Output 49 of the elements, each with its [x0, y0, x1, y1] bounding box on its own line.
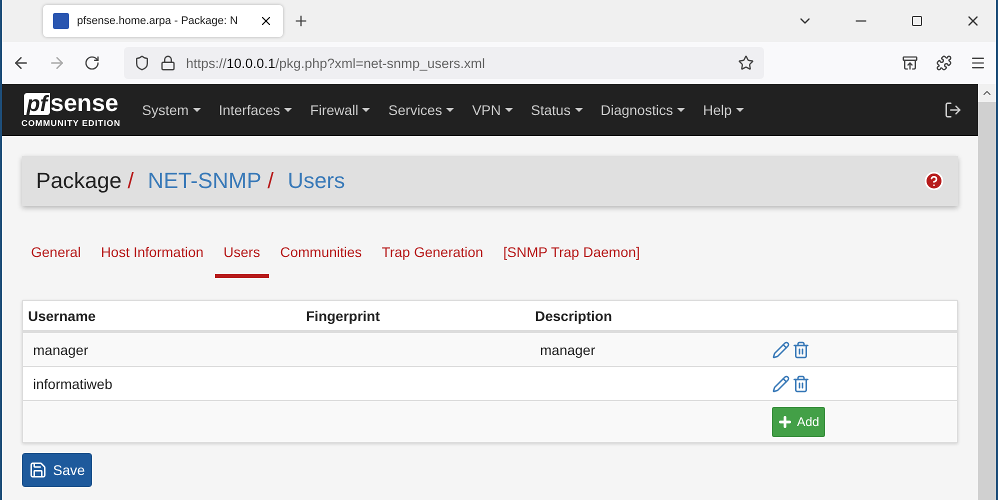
- menu-item[interactable]: Firewall: [310, 102, 370, 118]
- save-button[interactable]: Save: [22, 453, 92, 487]
- table-cell-text: manager: [539, 342, 596, 358]
- tab[interactable]: Host Information: [92, 236, 213, 278]
- logout-icon[interactable]: [944, 100, 962, 118]
- menu-item[interactable]: Services: [388, 102, 454, 118]
- separator-icon: /: [267, 168, 274, 194]
- new-tab-icon[interactable]: [293, 13, 309, 29]
- breadcrumb-text: Package: [36, 168, 122, 194]
- edit-icon[interactable]: [772, 340, 790, 358]
- column-header: Fingerprint: [305, 308, 381, 324]
- close-icon[interactable]: [259, 14, 273, 28]
- logo[interactable]: pfsense COMMUNITY EDITION: [18, 92, 124, 128]
- back-icon[interactable]: [12, 54, 30, 72]
- column-header: Description: [534, 308, 614, 324]
- tab[interactable]: Users: [214, 236, 270, 278]
- edit-icon[interactable]: [772, 374, 790, 392]
- extensions-icon[interactable]: [936, 55, 952, 71]
- plus-icon: [777, 414, 793, 430]
- pocket-icon[interactable]: [902, 55, 918, 71]
- lock-icon: [160, 55, 176, 71]
- address-bar[interactable]: https://10.0.0.1/pkg.php?xml=net-snmp_users.xml: [124, 47, 764, 79]
- menu-item[interactable]: Help: [702, 102, 744, 118]
- menu-icon[interactable]: [970, 55, 986, 71]
- menu-item[interactable]: Interfaces: [218, 102, 292, 118]
- table-cell-text: informatiweb: [32, 376, 114, 392]
- tab[interactable]: Trap Generation: [372, 236, 492, 278]
- browser-tab[interactable]: pfsense.home.arpa - Package: N: [43, 5, 283, 37]
- url-text: https://10.0.0.1/pkg.php?xml=net-snmp_users.xml: [186, 56, 486, 70]
- shield-icon: [134, 55, 150, 71]
- help-icon[interactable]: [924, 171, 944, 191]
- menu-item[interactable]: Status: [530, 102, 583, 118]
- tab[interactable]: General: [22, 236, 90, 278]
- table-cell-text: manager: [32, 342, 90, 358]
- maximize-icon[interactable]: [911, 15, 923, 27]
- tab[interactable]: [SNMP Trap Daemon]: [494, 236, 649, 278]
- trash-icon[interactable]: [792, 374, 810, 392]
- menu-item[interactable]: System: [142, 102, 201, 118]
- column-header: Username: [27, 308, 97, 324]
- tab-title: pfsense.home.arpa - Package: N: [77, 15, 239, 27]
- separator-icon: /: [128, 168, 134, 194]
- star-icon[interactable]: [738, 55, 754, 71]
- menu-item[interactable]: VPN: [472, 102, 513, 118]
- trash-icon[interactable]: [792, 340, 810, 358]
- favicon-icon: [53, 13, 69, 29]
- reload-icon[interactable]: [84, 55, 100, 71]
- menu-item[interactable]: Diagnostics: [600, 102, 685, 118]
- tab[interactable]: Communities: [271, 236, 371, 278]
- save-icon: [29, 461, 47, 479]
